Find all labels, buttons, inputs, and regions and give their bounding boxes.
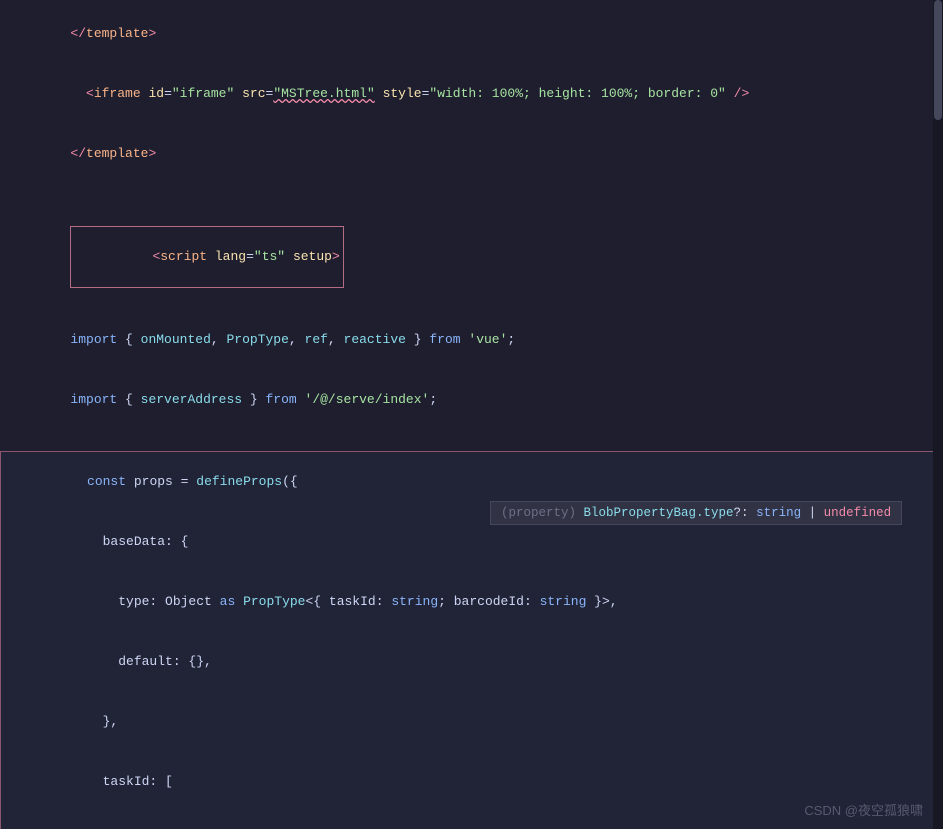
line-template-close2: </template> [0,124,943,184]
line-blank1 [0,184,943,204]
line-template-close: </template> [0,4,943,64]
line-iframe: <iframe id="iframe" src="MSTree.html" st… [0,64,943,124]
line-script-tag: <script lang="ts" setup> [0,206,943,308]
code-editor: </template> <iframe id="iframe" src="MST… [0,0,943,829]
line-default-obj: default: {}, [1,632,942,692]
line-blank2 [0,430,943,450]
watermark: CSDN @夜空孤狼啸 [804,800,923,819]
line-taskid: taskId: [ [1,752,942,812]
line-close-basedata: }, [1,692,942,752]
line-import2: import { serverAddress } from '/@/serve/… [0,370,943,430]
scrollbar-thumb[interactable] [934,0,942,120]
line-import1: import { onMounted, PropType, ref, react… [0,310,943,370]
line-type-object: type: Object as PropType<{ taskId: strin… [1,572,942,632]
tooltip-popup: (property) BlobPropertyBag.type?: string… [490,501,902,525]
code-area: </template> <iframe id="iframe" src="MST… [0,0,943,829]
line-type-string: type: String, [1,812,942,829]
scrollbar[interactable] [933,0,943,829]
